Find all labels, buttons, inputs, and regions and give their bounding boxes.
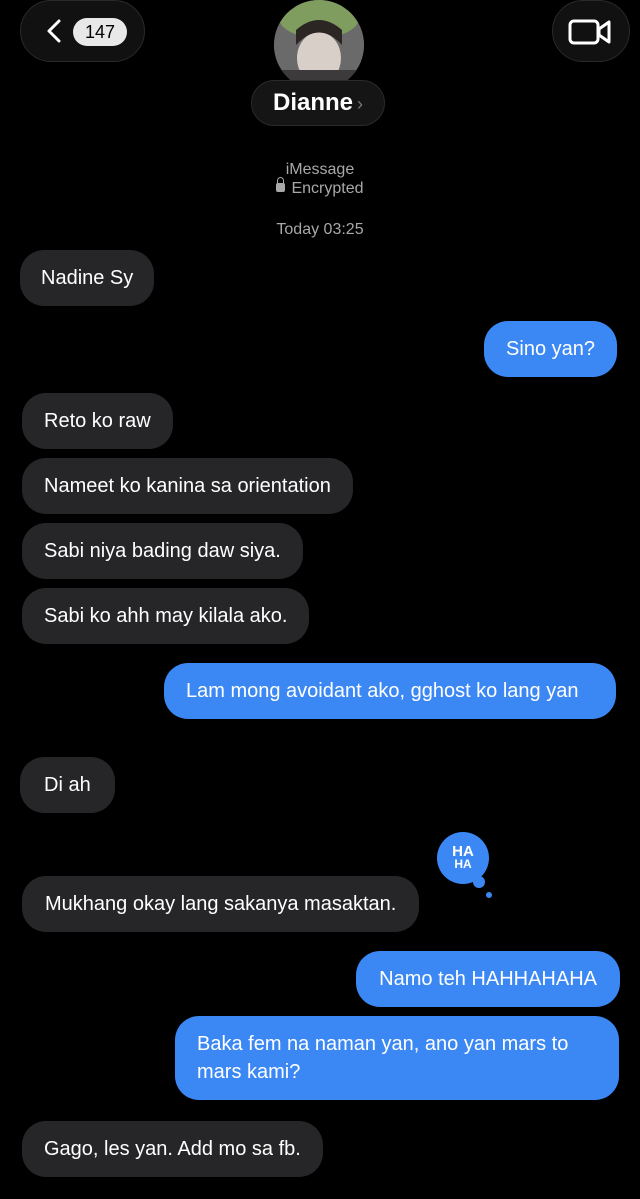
message-text: Namo teh HAHHAHAHA <box>379 968 597 990</box>
contact-name-button[interactable]: Dianne › <box>251 80 385 126</box>
message-text: Lam mong avoidant ako, gghost ko lang ya… <box>186 680 579 702</box>
message-bubble-incoming[interactable]: Nameet ko kanina sa orientation <box>22 458 353 514</box>
tapback-text-2: HA <box>454 857 472 871</box>
video-call-button[interactable] <box>552 0 630 62</box>
message-bubble-incoming[interactable]: Reto ko raw <box>22 393 173 449</box>
contact-name: Dianne <box>272 89 353 116</box>
message-text: Nadine Sy <box>41 267 134 289</box>
message-bubble-incoming[interactable]: Sabi ko ahh may kilala ako. <box>22 588 310 644</box>
back-button[interactable]: 147 <box>20 0 145 62</box>
message-text: Nameet ko kanina sa orientation <box>44 475 331 497</box>
timestamp: Today 03:25 <box>276 221 364 238</box>
contact-avatar[interactable] <box>274 0 364 90</box>
message-bubble-outgoing[interactable]: Namo teh HAHHAHAHA <box>356 951 620 1007</box>
message-text: Di ah <box>44 774 91 796</box>
message-text: Sino yan? <box>506 338 595 360</box>
message-bubble-incoming[interactable]: Sabi niya bading daw siya. <box>22 523 303 579</box>
message-bubble-outgoing[interactable]: Lam mong avoidant ako, gghost ko lang ya… <box>164 663 616 719</box>
message-bubble-outgoing[interactable]: Baka fem na naman yan, ano yan mars to m… <box>175 1016 619 1100</box>
encryption-label: Encrypted <box>291 180 364 197</box>
message-bubble-incoming[interactable]: Mukhang okay lang sakanya masaktan. <box>22 876 420 932</box>
message-bubble-incoming[interactable]: Gago, les yan. Add mo sa fb. <box>22 1121 323 1177</box>
message-text: Gago, les yan. Add mo sa fb. <box>44 1138 301 1160</box>
encryption-status: Encrypted <box>0 177 640 198</box>
message-text: Mukhang okay lang sakanya masaktan. <box>45 893 397 915</box>
unread-count-badge: 147 <box>73 18 128 46</box>
message-bubble-incoming[interactable]: Di ah <box>20 757 115 813</box>
message-bubble-incoming[interactable]: Nadine Sy <box>20 250 155 306</box>
message-bubble-outgoing[interactable]: Sino yan? <box>484 321 617 377</box>
tapback-tail-dot-small <box>486 892 492 898</box>
message-text: Sabi niya bading daw siya. <box>44 540 281 562</box>
message-text: Baka fem na naman yan, ano yan mars to m… <box>197 1033 569 1083</box>
video-camera-icon <box>568 19 611 45</box>
message-text: Sabi ko ahh may kilala ako. <box>44 605 288 627</box>
chevron-left-icon <box>47 19 61 43</box>
tapback-tail-dot <box>473 876 485 888</box>
avatar-image <box>274 0 364 90</box>
lock-icon <box>276 177 286 192</box>
chevron-right-icon: › <box>357 94 363 114</box>
message-text: Reto ko raw <box>44 410 151 432</box>
service-label: iMessage <box>285 161 355 178</box>
